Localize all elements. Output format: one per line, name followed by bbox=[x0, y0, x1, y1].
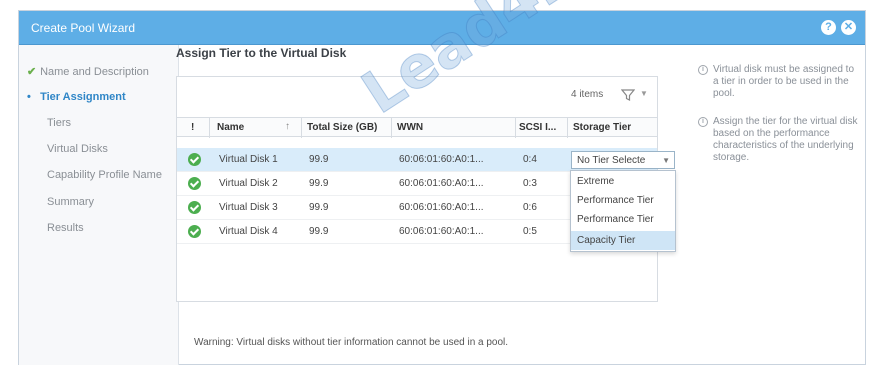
step-tier-assignment[interactable]: • Tier Assignment bbox=[27, 91, 126, 107]
step-virtual-disks[interactable]: Virtual Disks bbox=[47, 143, 108, 159]
step-tiers[interactable]: Tiers bbox=[47, 117, 71, 133]
filter-icon[interactable] bbox=[621, 88, 635, 102]
wizard-steps-sidebar: ✔ Name and Description • Tier Assignment… bbox=[19, 45, 179, 365]
disk-name: Virtual Disk 2 bbox=[219, 178, 278, 189]
storage-tier-dropdown: Extreme Performance Tier Performance Tie… bbox=[570, 170, 676, 252]
column-total-size[interactable]: Total Size (GB) bbox=[307, 122, 377, 133]
info-icon: i bbox=[698, 65, 708, 75]
sort-ascending-icon[interactable]: ↑ bbox=[285, 121, 290, 132]
grid-header: ! Name ↑ Total Size (GB) WWN SCSI I... S… bbox=[177, 117, 657, 138]
tier-option-capacity[interactable]: Capacity Tier bbox=[571, 231, 675, 250]
disk-size: 99.9 bbox=[309, 226, 329, 237]
step-label: Name and Description bbox=[40, 66, 149, 78]
disk-wwn: 60:06:01:60:A0:1... bbox=[399, 202, 484, 213]
section-title: Assign Tier to the Virtual Disk bbox=[176, 46, 347, 60]
disk-size: 99.9 bbox=[309, 154, 329, 165]
chevron-down-icon[interactable]: ▼ bbox=[640, 89, 648, 98]
tier-warning-text: Warning: Virtual disks without tier info… bbox=[194, 337, 509, 348]
info-icon: i bbox=[698, 117, 708, 127]
column-storage-tier[interactable]: Storage Tier bbox=[573, 122, 631, 133]
item-count: 4 items bbox=[571, 89, 604, 100]
disk-scsi: 0:4 bbox=[523, 154, 537, 165]
column-wwn[interactable]: WWN bbox=[397, 122, 423, 133]
step-summary[interactable]: Summary bbox=[47, 196, 94, 212]
disk-size: 99.9 bbox=[309, 202, 329, 213]
disk-scsi: 0:6 bbox=[523, 202, 537, 213]
close-icon[interactable]: ✕ bbox=[841, 20, 856, 35]
step-name-and-description[interactable]: ✔ Name and Description bbox=[27, 65, 149, 81]
check-circle-icon bbox=[188, 225, 201, 238]
check-circle-icon bbox=[188, 177, 201, 190]
column-status[interactable]: ! bbox=[191, 122, 194, 133]
tier-option-extreme[interactable]: Extreme bbox=[571, 172, 675, 191]
column-scsi-id[interactable]: SCSI I... bbox=[519, 122, 563, 133]
wizard-titlebar: Create Pool Wizard ? ✕ bbox=[19, 11, 865, 45]
chevron-down-icon[interactable]: ▼ bbox=[662, 156, 670, 165]
disk-wwn: 60:06:01:60:A0:1... bbox=[399, 178, 484, 189]
disk-scsi: 0:3 bbox=[523, 178, 537, 189]
storage-tier-value: No Tier Selecte bbox=[577, 155, 646, 166]
help-text: Virtual disk must be assigned to a tier … bbox=[713, 64, 855, 99]
column-name[interactable]: Name bbox=[217, 122, 244, 133]
disk-wwn: 60:06:01:60:A0:1... bbox=[399, 226, 484, 237]
disk-wwn: 60:06:01:60:A0:1... bbox=[399, 154, 484, 165]
disk-name: Virtual Disk 1 bbox=[219, 154, 278, 165]
help-icon[interactable]: ? bbox=[821, 20, 836, 35]
disk-name: Virtual Disk 3 bbox=[219, 202, 278, 213]
step-capability-profile-name[interactable]: Capability Profile Name bbox=[47, 169, 162, 185]
disk-scsi: 0:5 bbox=[523, 226, 537, 237]
check-circle-icon bbox=[188, 153, 201, 166]
tier-option-performance[interactable]: Performance Tier bbox=[571, 191, 675, 210]
bullet-icon: • bbox=[27, 91, 31, 103]
step-results[interactable]: Results bbox=[47, 222, 84, 238]
disk-size: 99.9 bbox=[309, 178, 329, 189]
check-circle-icon bbox=[188, 201, 201, 214]
wizard-title: Create Pool Wizard bbox=[31, 21, 136, 35]
storage-tier-select[interactable]: No Tier Selecte ▼ bbox=[571, 151, 675, 169]
tier-option-performance[interactable]: Performance Tier bbox=[571, 210, 675, 229]
step-label: Tier Assignment bbox=[40, 91, 126, 103]
help-text: Assign the tier for the virtual disk bas… bbox=[713, 116, 858, 163]
disk-name: Virtual Disk 4 bbox=[219, 226, 278, 237]
checkmark-icon: ✔ bbox=[27, 66, 37, 78]
